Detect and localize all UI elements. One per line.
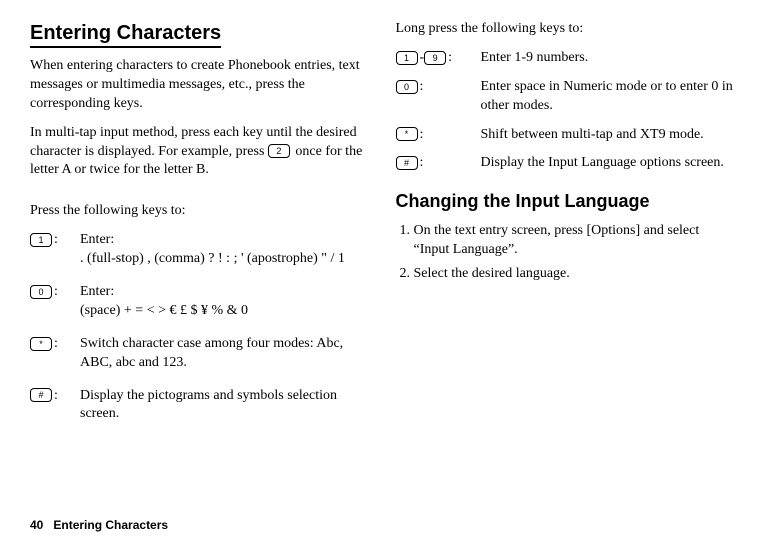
long-press-table: 1-9: Enter 1-9 numbers. 0: Enter space i… [396, 49, 734, 173]
steps-list: On the text entry screen, press [Options… [414, 222, 734, 285]
key-0-icon: 0 [30, 285, 52, 299]
left-column: Entering Characters When entering charac… [30, 20, 368, 438]
key-0-desc: Enter: (space) + = < > € £ $ ¥ % & 0 [80, 283, 368, 321]
key-star-long-cell: *: [396, 126, 481, 145]
key-hash-desc: Display the pictograms and symbols selec… [80, 387, 368, 425]
step-1: On the text entry screen, press [Options… [414, 222, 734, 260]
key-1-lead: Enter: [80, 232, 114, 247]
key-2-icon: 2 [268, 144, 290, 158]
key-hash-cell: #: [30, 387, 80, 406]
changing-input-language-title: Changing the Input Language [396, 189, 734, 213]
key-hash-long-desc: Display the Input Language options scree… [481, 154, 734, 173]
page-title: Entering Characters [30, 22, 221, 48]
key-1-cell: 1: [30, 231, 80, 250]
intro-paragraph-1: When entering characters to create Phone… [30, 57, 368, 114]
key-star-long-icon: * [396, 127, 418, 141]
key-1-9-desc: Enter 1-9 numbers. [481, 49, 734, 68]
step-2: Select the desired language. [414, 265, 734, 284]
key-1-text: . (full-stop) , (comma) ? ! : ; ' (apost… [80, 251, 345, 266]
key-9-long-icon: 9 [424, 51, 446, 65]
key-1-long-icon: 1 [396, 51, 418, 65]
key-1-icon: 1 [30, 233, 52, 247]
key-star-cell: *: [30, 335, 80, 354]
key-0-long-cell: 0: [396, 78, 481, 97]
key-star-desc: Switch character case among four modes: … [80, 335, 368, 373]
key-0-long-desc: Enter space in Numeric mode or to enter … [481, 78, 734, 116]
step-1-text: On the text entry screen, press [Options… [414, 223, 700, 257]
step-2-text: Select the desired language. [414, 266, 570, 281]
key-0-lead: Enter: [80, 284, 114, 299]
press-keys-header: Press the following keys to: [30, 202, 368, 221]
key-0-cell: 0: [30, 283, 80, 302]
key-hash-icon: # [30, 388, 52, 402]
short-press-table: 1: Enter: . (full-stop) , (comma) ? ! : … [30, 231, 368, 424]
long-press-header: Long press the following keys to: [396, 20, 734, 39]
key-star-icon: * [30, 337, 52, 351]
key-hash-long-icon: # [396, 156, 418, 170]
footer-section: Entering Characters [53, 518, 168, 532]
intro-paragraph-2: In multi-tap input method, press each ke… [30, 124, 368, 181]
right-column: Long press the following keys to: 1-9: E… [396, 20, 734, 438]
key-0-text: (space) + = < > € £ $ ¥ % & 0 [80, 303, 248, 318]
key-0-long-icon: 0 [396, 80, 418, 94]
page-number: 40 [30, 518, 43, 532]
key-1-desc: Enter: . (full-stop) , (comma) ? ! : ; '… [80, 231, 368, 269]
key-star-long-desc: Shift between multi-tap and XT9 mode. [481, 126, 734, 145]
key-hash-long-cell: #: [396, 154, 481, 173]
page-footer: 40 Entering Characters [30, 518, 168, 532]
key-1-9-cell: 1-9: [396, 49, 481, 68]
